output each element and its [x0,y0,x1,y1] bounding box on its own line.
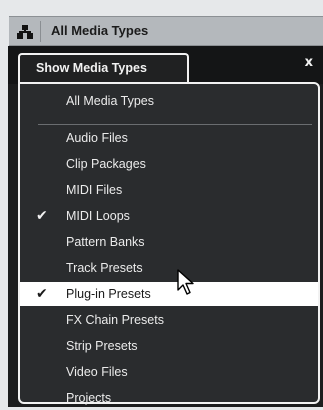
tab-show-media-types[interactable]: Show Media Types [18,53,189,84]
menu-divider [38,124,312,125]
menu-item-video-files[interactable]: Video Files [20,360,318,384]
menu-item-label: Strip Presets [66,339,138,353]
menu-item-label: Video Files [66,365,128,379]
checkmark-icon: ✔ [36,286,48,302]
panel-header: Show Media Types x [8,46,323,84]
close-button[interactable]: x [305,55,313,70]
menu-item-label: Audio Files [66,131,128,145]
menu-item-midi-files[interactable]: MIDI Files [20,178,318,202]
checkmark-icon: ✔ [36,208,48,224]
menu-item-label: Clip Packages [66,157,146,171]
media-types-menu: All Media Types Audio Files Clip Package… [18,82,320,405]
media-type-selector[interactable]: All Media Types [9,16,323,46]
menu-item-all-media-types[interactable]: All Media Types [20,89,318,113]
media-type-selector-label: All Media Types [51,23,149,38]
menu-item-label: FX Chain Presets [66,313,164,327]
menu-item-projects[interactable]: Projects [20,386,318,410]
menu-item-pattern-banks[interactable]: Pattern Banks [20,230,318,254]
menu-item-label: MIDI Loops [66,209,130,223]
toolbar-separator [40,21,41,42]
menu-item-label: Track Presets [66,261,143,275]
menu-item-audio-files[interactable]: Audio Files [20,126,318,150]
menu-item-label: Plug-in Presets [66,287,151,301]
menu-item-label: Pattern Banks [66,235,145,249]
menu-item-clip-packages[interactable]: Clip Packages [20,152,318,176]
menu-item-label: MIDI Files [66,183,123,197]
menu-item-label: All Media Types [66,94,155,108]
menu-item-plug-in-presets[interactable]: ✔ Plug-in Presets [20,282,318,306]
menu-item-label: Projects [66,391,112,405]
menu-item-track-presets[interactable]: Track Presets [20,256,318,280]
filter-icon [17,25,33,39]
menu-item-midi-loops[interactable]: ✔ MIDI Loops [20,204,318,228]
show-media-types-panel: Show Media Types x All Media Types Audio… [8,46,323,407]
menu-item-strip-presets[interactable]: Strip Presets [20,334,318,358]
mouse-pointer-icon [177,269,194,295]
menu-item-fx-chain-presets[interactable]: FX Chain Presets [20,308,318,332]
